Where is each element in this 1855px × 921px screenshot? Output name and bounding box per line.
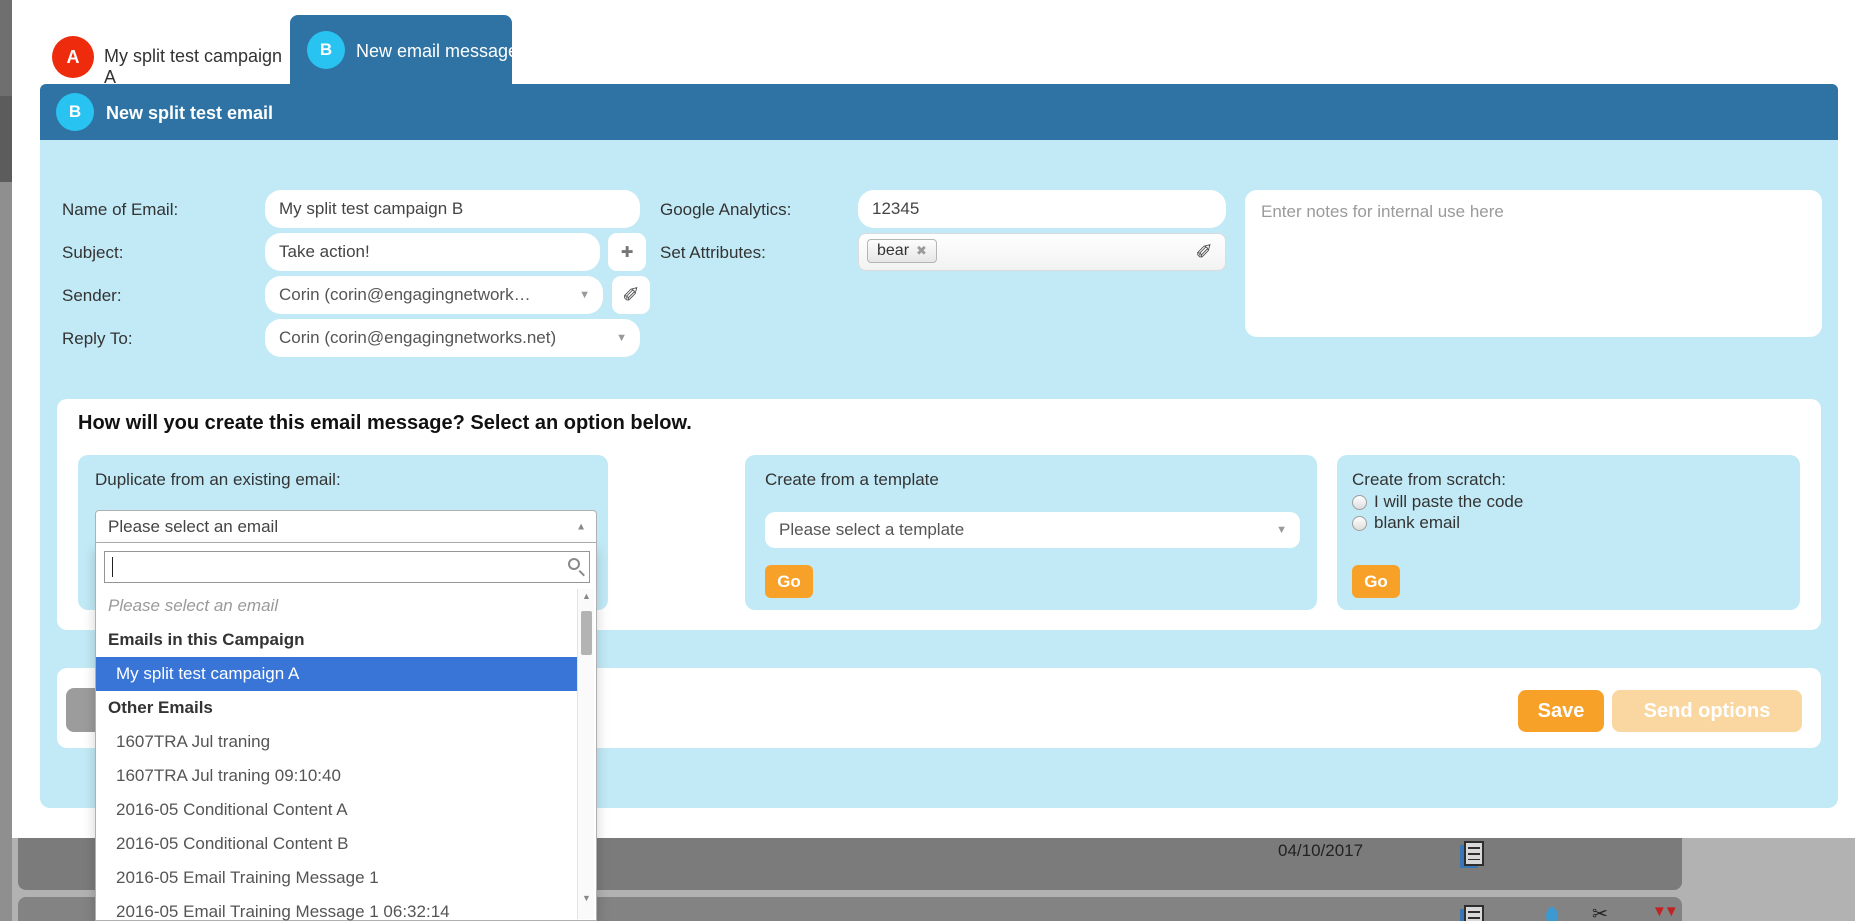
dropdown-group-header: Emails in this Campaign bbox=[96, 623, 579, 657]
template-select[interactable]: Please select a template ▼ bbox=[765, 512, 1300, 548]
search-icon bbox=[568, 558, 580, 570]
copy-document-icon bbox=[1464, 905, 1484, 921]
sender-value: Corin (corin@engagingnetwork… bbox=[279, 285, 531, 305]
dropdown-item[interactable]: 1607TRA Jul traning bbox=[96, 725, 579, 759]
reply-to-label: Reply To: bbox=[62, 329, 133, 349]
set-attributes-field[interactable]: bear ✖ ✐ bbox=[858, 233, 1226, 271]
scrollbar-thumb[interactable] bbox=[581, 611, 592, 655]
google-analytics-input[interactable] bbox=[858, 190, 1226, 228]
dropdown-scrollbar[interactable]: ▲ ▼ bbox=[577, 589, 594, 919]
page-scrollbar-thumb[interactable] bbox=[0, 96, 12, 182]
tab-b-label: New email message bbox=[356, 41, 518, 62]
dropdown-item[interactable]: Please select an email bbox=[96, 589, 579, 623]
reply-to-select[interactable]: Corin (corin@engagingnetworks.net) ▼ bbox=[265, 319, 640, 357]
dropdown-search-input[interactable] bbox=[105, 552, 589, 582]
dropdown-item[interactable]: 1607TRA Jul traning 09:10:40 bbox=[96, 759, 579, 793]
page-left-scrollbar-top bbox=[0, 0, 12, 96]
pencil-icon: ✐ bbox=[622, 283, 640, 308]
name-of-email-input[interactable] bbox=[265, 190, 640, 228]
dropdown-item[interactable]: 2016-05 Conditional Content A bbox=[96, 793, 579, 827]
save-button[interactable]: Save bbox=[1518, 690, 1604, 732]
modal-header-badge: B bbox=[56, 93, 94, 131]
red-double-arrow-icon: ▼▼ bbox=[1652, 903, 1676, 920]
tab-b-badge: B bbox=[307, 31, 345, 69]
email-dropdown: Please select an email Emails in this Ca… bbox=[95, 543, 597, 921]
google-analytics-label: Google Analytics: bbox=[660, 200, 791, 220]
add-subject-button[interactable]: ✚ bbox=[608, 233, 646, 271]
name-of-email-label: Name of Email: bbox=[62, 200, 178, 220]
paste-code-option[interactable]: I will paste the code bbox=[1352, 492, 1523, 512]
chevron-down-icon: ▼ bbox=[616, 332, 627, 344]
text-caret bbox=[112, 557, 113, 577]
modal-header bbox=[40, 84, 1838, 140]
attribute-chip[interactable]: bear ✖ bbox=[867, 239, 937, 263]
subject-label: Subject: bbox=[62, 243, 123, 263]
duplicate-email-select[interactable]: Please select an email ▲ bbox=[95, 510, 597, 543]
template-panel-label: Create from a template bbox=[765, 470, 939, 490]
attribute-chip-label: bear bbox=[877, 242, 909, 260]
dropdown-group-header: Other Emails bbox=[96, 691, 579, 725]
template-go-button[interactable]: Go bbox=[765, 565, 813, 598]
scroll-down-icon[interactable]: ▼ bbox=[578, 893, 595, 903]
sender-select[interactable]: Corin (corin@engagingnetwork… ▼ bbox=[265, 276, 603, 314]
chevron-up-icon: ▲ bbox=[576, 521, 586, 532]
tab-campaign-a[interactable]: A My split test campaign A bbox=[40, 30, 290, 84]
duplicate-panel-label: Duplicate from an existing email: bbox=[95, 470, 341, 490]
scratch-panel-label: Create from scratch: bbox=[1352, 470, 1506, 490]
blank-email-label: blank email bbox=[1374, 513, 1460, 533]
droplet-icon bbox=[1546, 907, 1558, 921]
set-attributes-label: Set Attributes: bbox=[660, 243, 766, 263]
screen: 04/10/2017 ✂ ▼▼ A My split test campaign… bbox=[0, 0, 1855, 921]
duplicate-select-value: Please select an email bbox=[108, 517, 278, 537]
blank-email-option[interactable]: blank email bbox=[1352, 513, 1460, 533]
radio-icon[interactable] bbox=[1352, 495, 1367, 510]
dropdown-item[interactable]: 2016-05 Conditional Content B bbox=[96, 827, 579, 861]
scissors-icon: ✂ bbox=[1592, 903, 1608, 921]
scroll-up-icon[interactable]: ▲ bbox=[578, 591, 595, 601]
remove-attribute-icon[interactable]: ✖ bbox=[916, 243, 927, 259]
dropdown-item-selected[interactable]: My split test campaign A bbox=[96, 657, 579, 691]
tab-a-label: My split test campaign A bbox=[104, 46, 290, 88]
subject-input[interactable] bbox=[265, 233, 600, 271]
chevron-down-icon: ▼ bbox=[579, 289, 590, 301]
template-select-value: Please select a template bbox=[779, 520, 964, 540]
radio-icon[interactable] bbox=[1352, 516, 1367, 531]
chevron-down-icon: ▼ bbox=[1276, 524, 1287, 536]
reply-to-value: Corin (corin@engagingnetworks.net) bbox=[279, 328, 556, 348]
dropdown-list: Please select an email Emails in this Ca… bbox=[96, 589, 579, 921]
send-options-button[interactable]: Send options bbox=[1612, 690, 1802, 732]
plus-icon: ✚ bbox=[621, 243, 634, 261]
edit-attributes-icon[interactable]: ✐ bbox=[1195, 240, 1213, 265]
modal-title: New split test email bbox=[106, 103, 273, 124]
edit-sender-button[interactable]: ✐ bbox=[612, 276, 650, 314]
dropdown-item[interactable]: 2016-05 Email Training Message 1 06:32:1… bbox=[96, 895, 579, 921]
scratch-go-button[interactable]: Go bbox=[1352, 565, 1400, 598]
dropdown-search[interactable] bbox=[104, 551, 590, 583]
dropdown-item[interactable]: 2016-05 Email Training Message 1 bbox=[96, 861, 579, 895]
tab-a-badge: A bbox=[52, 36, 94, 78]
background-row-date: 04/10/2017 bbox=[1278, 841, 1363, 861]
copy-document-icon bbox=[1464, 841, 1484, 866]
creation-heading: How will you create this email message? … bbox=[78, 412, 692, 435]
sender-label: Sender: bbox=[62, 286, 122, 306]
paste-code-label: I will paste the code bbox=[1374, 492, 1523, 512]
internal-notes-textarea[interactable] bbox=[1245, 190, 1822, 337]
